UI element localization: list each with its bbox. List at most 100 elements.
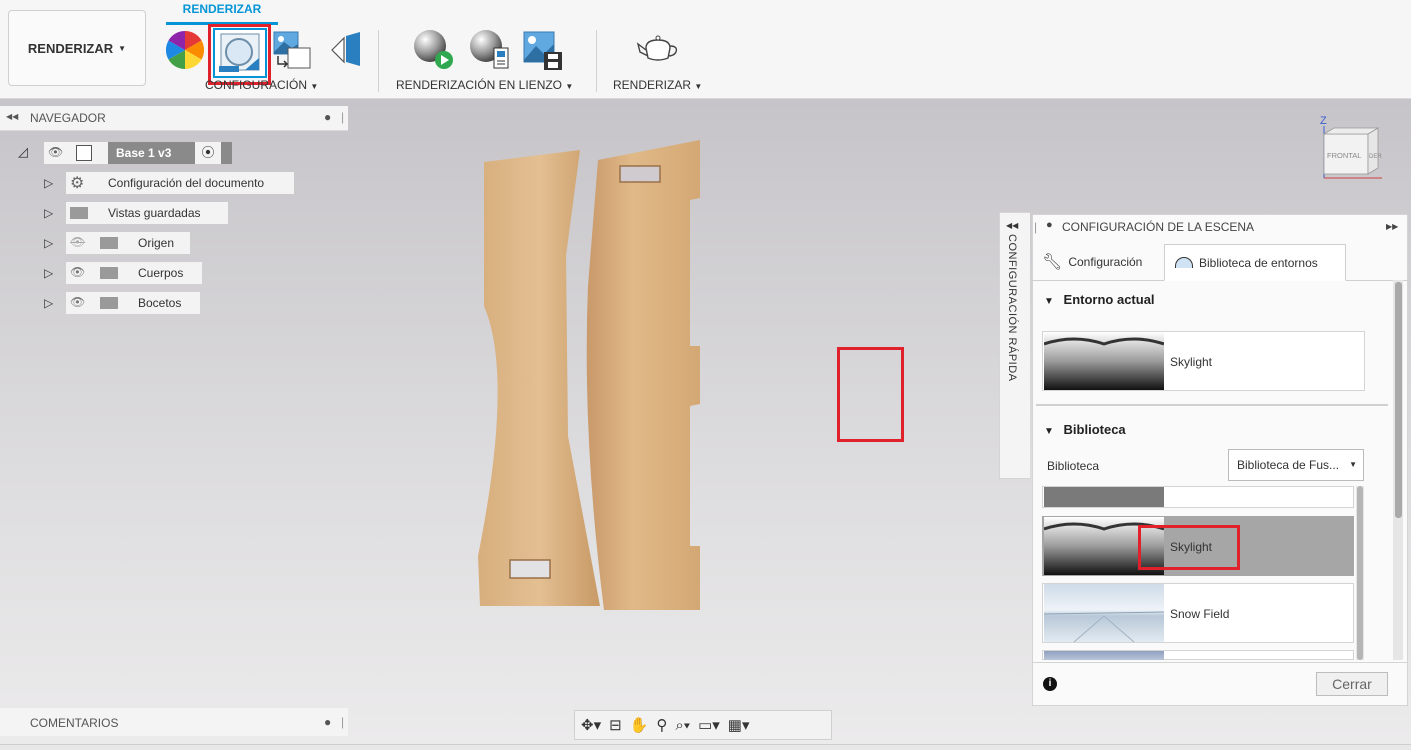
panel-grip-icon[interactable]: | bbox=[1034, 220, 1037, 234]
expand-icon[interactable]: ▷ bbox=[44, 236, 53, 250]
library-label: Biblioteca bbox=[1047, 459, 1100, 473]
scene-panel-tabs: 🔧︎ Configuración Biblioteca de entornos bbox=[1032, 244, 1408, 281]
group-renderizacion-lienzo-label[interactable]: RENDERIZACIÓN EN LIENZO ▼ bbox=[396, 78, 573, 92]
comments-title: COMENTARIOS bbox=[30, 716, 119, 730]
wood-model-render bbox=[478, 140, 700, 610]
library-item-name: Skylight bbox=[1170, 540, 1213, 554]
chevron-down-icon: ▼ bbox=[310, 82, 319, 91]
scene-settings-button[interactable] bbox=[213, 28, 267, 78]
close-button[interactable]: Cerrar bbox=[1316, 672, 1388, 696]
expand-icon[interactable]: ▷ bbox=[44, 176, 53, 190]
expand-right-icon[interactable]: ▶▶ bbox=[1386, 222, 1398, 231]
scene-settings-icon bbox=[219, 33, 260, 72]
folder-icon bbox=[100, 297, 118, 309]
expand-icon[interactable]: ▷ bbox=[44, 266, 53, 280]
chevron-down-icon: ▼ bbox=[1349, 460, 1357, 469]
group-configuracion-label[interactable]: CONFIGURACIÓN ▼ bbox=[205, 78, 318, 92]
chevron-down-icon: ▼ bbox=[565, 82, 574, 91]
navigator-header[interactable]: ◀◀ NAVEGADOR ● | bbox=[0, 106, 348, 131]
collapse-triangle-icon: ▼ bbox=[1044, 426, 1054, 437]
orbit-icon[interactable]: ✥▾ bbox=[581, 716, 601, 734]
folder-icon bbox=[100, 267, 118, 279]
eye-hidden-icon[interactable]: 👁 bbox=[70, 235, 85, 249]
environment-thumbnail bbox=[1044, 651, 1164, 660]
look-at-icon[interactable]: ⊟ bbox=[609, 716, 622, 734]
status-bar bbox=[0, 744, 1411, 750]
zoom-icon[interactable]: ⚲ bbox=[656, 716, 667, 734]
tab-biblioteca-entornos[interactable]: Biblioteca de entornos bbox=[1164, 244, 1346, 281]
grid-icon[interactable]: ▦▾ bbox=[728, 716, 750, 734]
tree-item-cuerpos[interactable]: 👁 Cuerpos bbox=[66, 262, 202, 284]
pin-icon[interactable]: ● bbox=[1046, 219, 1053, 231]
decal-icon[interactable] bbox=[328, 30, 364, 70]
group-renderizar-label[interactable]: RENDERIZAR ▼ bbox=[613, 78, 702, 92]
expand-icon[interactable]: ▷ bbox=[44, 296, 53, 310]
pan-hand-icon[interactable]: ✋ bbox=[630, 716, 649, 734]
chevron-down-icon: ▼ bbox=[694, 82, 703, 91]
scene-panel-title: CONFIGURACIÓN DE LA ESCENA bbox=[1062, 220, 1255, 234]
pin-icon[interactable]: ● bbox=[324, 110, 331, 124]
tree-item-vistas-guardadas[interactable]: Vistas guardadas bbox=[66, 202, 228, 224]
wrench-icon: 🔧︎ bbox=[1042, 253, 1063, 271]
environment-thumbnail bbox=[1044, 584, 1164, 642]
appearance-icon[interactable] bbox=[165, 30, 205, 70]
toolbar-separator bbox=[378, 30, 379, 92]
tree-item-origen[interactable]: 👁 Origen bbox=[66, 232, 190, 254]
section-biblioteca[interactable]: ▼ Biblioteca bbox=[1044, 422, 1126, 437]
navigation-toolbar: ✥▾ ⊟ ✋ ⚲ ⌕▾ ▭▾ ▦▾ bbox=[574, 710, 832, 740]
tab-renderizar[interactable]: RENDERIZAR bbox=[166, 2, 278, 16]
environment-dome-icon bbox=[1175, 257, 1193, 268]
section-divider bbox=[1036, 404, 1388, 406]
viewcube-axis-z: Z bbox=[1320, 115, 1327, 127]
panel-scrollbar-thumb[interactable] bbox=[1395, 282, 1402, 518]
workspace-switcher-button[interactable]: RENDERIZAR ▼ bbox=[8, 10, 146, 86]
gear-icon: ⚙ bbox=[70, 175, 85, 192]
quick-settings-label: CONFIGURACIÓN RÁPIDA bbox=[1006, 234, 1018, 382]
environment-thumbnail bbox=[1044, 332, 1164, 390]
eye-visible-icon[interactable]: 👁 bbox=[48, 145, 63, 159]
activate-component-icon[interactable]: ⦿ bbox=[195, 142, 221, 164]
component-box-icon bbox=[76, 145, 92, 161]
environment-thumbnail bbox=[1044, 487, 1164, 507]
navigator-title: NAVEGADOR bbox=[30, 111, 106, 125]
chevron-down-icon: ▼ bbox=[118, 43, 127, 53]
collapse-left-icon[interactable]: ◀◀ bbox=[1006, 221, 1018, 230]
tree-item-configuracion-documento[interactable]: ⚙ Configuración del documento bbox=[66, 172, 294, 194]
folder-icon bbox=[70, 207, 88, 219]
display-settings-icon[interactable]: ▭▾ bbox=[698, 716, 720, 734]
teapot-render-icon[interactable] bbox=[636, 34, 680, 66]
scene-panel-header[interactable]: | ● CONFIGURACIÓN DE LA ESCENA ▶▶ bbox=[1032, 214, 1408, 240]
collapse-tree-icon[interactable]: ◿ bbox=[18, 144, 28, 160]
viewcube[interactable]: Z FRONTAL DER bbox=[1316, 112, 1388, 188]
comments-bar[interactable]: COMENTARIOS ● | bbox=[0, 708, 348, 736]
library-scrollbar-thumb[interactable] bbox=[1357, 486, 1363, 660]
toolbar-separator bbox=[596, 30, 597, 92]
tree-item-bocetos[interactable]: 👁 Bocetos bbox=[66, 292, 200, 314]
eye-visible-icon[interactable]: 👁 bbox=[70, 295, 85, 309]
viewcube-side-label: DER bbox=[1369, 154, 1382, 160]
current-environment-name: Skylight bbox=[1170, 355, 1213, 369]
info-icon[interactable]: i bbox=[1043, 677, 1057, 691]
in-canvas-render-settings-icon[interactable] bbox=[468, 28, 512, 72]
capture-image-icon[interactable] bbox=[522, 30, 564, 72]
eye-visible-icon[interactable]: 👁 bbox=[70, 265, 85, 279]
collapse-triangle-icon: ▼ bbox=[1044, 296, 1054, 307]
fit-icon[interactable]: ⌕▾ bbox=[675, 717, 690, 734]
folder-icon bbox=[100, 237, 118, 249]
active-tab-indicator bbox=[166, 22, 278, 25]
collapse-left-icon[interactable]: ◀◀ bbox=[6, 112, 18, 121]
tab-configuracion[interactable]: 🔧︎ Configuración bbox=[1032, 244, 1164, 279]
library-select[interactable]: Biblioteca de Fus... ▼ bbox=[1228, 449, 1364, 481]
texture-map-icon[interactable] bbox=[272, 30, 314, 70]
in-canvas-render-icon[interactable] bbox=[412, 28, 456, 72]
viewcube-front-label: FRONTAL bbox=[1327, 151, 1361, 160]
expand-icon[interactable]: ▷ bbox=[44, 206, 53, 220]
section-entorno-actual[interactable]: ▼ Entorno actual bbox=[1044, 292, 1155, 307]
panel-grip-icon[interactable]: | bbox=[341, 110, 344, 124]
library-item-name: Snow Field bbox=[1170, 607, 1230, 621]
add-comment-icon[interactable]: ● bbox=[324, 715, 331, 729]
workspace-label: RENDERIZAR bbox=[27, 40, 114, 56]
environment-thumbnail bbox=[1044, 517, 1164, 575]
panel-grip-icon[interactable]: | bbox=[341, 715, 344, 729]
panel-footer-divider bbox=[1033, 662, 1407, 663]
